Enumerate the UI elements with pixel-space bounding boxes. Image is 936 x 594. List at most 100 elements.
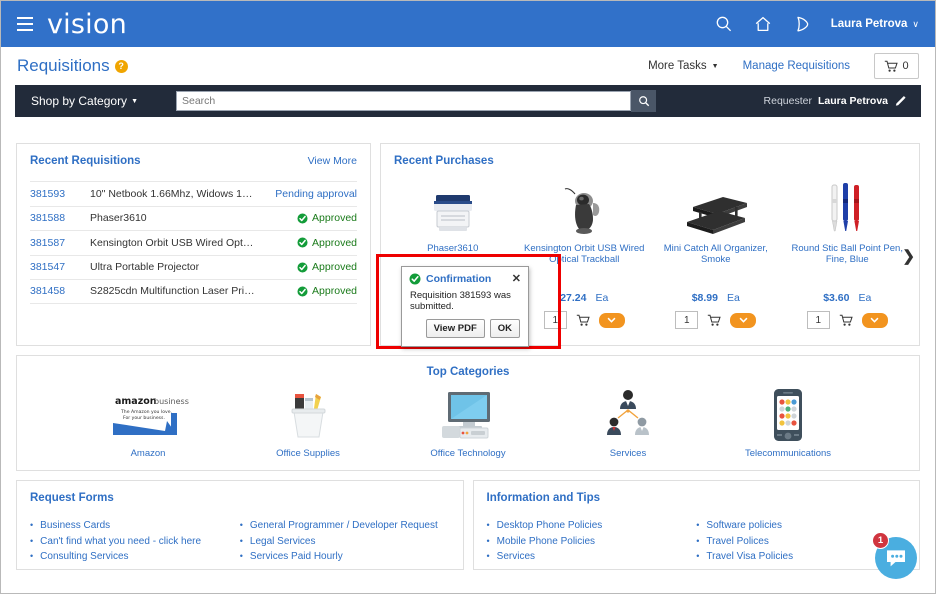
bullet-icon: • xyxy=(239,535,243,546)
status-badge: Pending approval xyxy=(261,188,357,200)
page-header-actions: More Tasks ▼ Manage Requisitions 0 xyxy=(648,53,919,79)
more-tasks-button[interactable]: More Tasks ▼ xyxy=(648,60,719,72)
request-forms-links: • Business Cards • Can't find what you need… xyxy=(17,518,463,565)
top-categories-panel: Top Categories amazon business The Amazo… xyxy=(16,355,920,471)
product-card[interactable]: Mini Catch All Organizer, Smoke $8.99 Ea xyxy=(650,175,782,329)
category-office-technology[interactable]: Office Technology xyxy=(413,386,523,459)
status-badge: Approved xyxy=(261,261,357,273)
main-content: Recent Requisitions View More 381593 10" … xyxy=(1,125,935,570)
view-more-link[interactable]: View More xyxy=(308,155,357,167)
header-actions: Laura Petrova ∨ xyxy=(714,14,919,34)
product-card[interactable]: Round Stic Ball Point Pen, Fine, Blue $3… xyxy=(782,175,914,329)
bullet-icon: • xyxy=(239,520,243,530)
dialog-header: Confirmation ✕ xyxy=(402,267,528,287)
search-icon[interactable] xyxy=(714,14,734,34)
information-tip-link[interactable]: • Mobile Phone Policies xyxy=(487,534,697,550)
close-icon[interactable]: ✕ xyxy=(512,273,521,285)
information-tips-links: • Desktop Phone Policies • Mobile Phone Pol… xyxy=(474,518,920,565)
view-pdf-button[interactable]: View PDF xyxy=(425,319,485,338)
request-forms-panel: Request Forms • Business Cards • Can't find… xyxy=(16,480,464,570)
quantity-input[interactable] xyxy=(806,311,830,329)
product-actions xyxy=(782,311,914,329)
category-telecommunications[interactable]: Telecommunications xyxy=(733,386,843,459)
link-label: Legal Services xyxy=(249,535,316,547)
information-tips-column-1: • Desktop Phone Policies • Mobile Phone Pol… xyxy=(487,518,697,565)
product-name[interactable]: Mini Catch All Organizer, Smoke xyxy=(650,243,782,265)
search-input[interactable] xyxy=(176,91,631,111)
hamburger-icon[interactable] xyxy=(17,17,33,31)
approved-check-icon xyxy=(297,262,308,273)
dialog-message: Requisition 381593 was submitted. xyxy=(410,290,511,312)
add-to-cart-icon[interactable] xyxy=(707,314,721,327)
requisition-id-link[interactable]: 381593 xyxy=(30,188,90,200)
manage-requisitions-link[interactable]: Manage Requisitions xyxy=(743,60,850,72)
quantity-input[interactable] xyxy=(675,311,699,329)
request-form-link[interactable]: • Services Paid Hourly xyxy=(240,549,450,565)
quantity-input[interactable] xyxy=(543,311,567,329)
table-row: 381547 Ultra Portable Projector Approved xyxy=(30,254,357,280)
requisition-id-link[interactable]: 381588 xyxy=(30,212,90,224)
product-name[interactable]: Round Stic Ball Point Pen, Fine, Blue xyxy=(782,243,914,265)
requester-field: Requester Laura Petrova xyxy=(764,95,907,108)
product-price-row: $8.99 Ea xyxy=(650,292,782,304)
page-title: Requisitions ? xyxy=(17,56,128,76)
cart-button[interactable]: 0 xyxy=(874,53,919,79)
information-tip-link[interactable]: • Software policies xyxy=(696,518,906,534)
bottom-panels-row: Request Forms • Business Cards • Can't find… xyxy=(16,480,920,570)
product-card[interactable]: Kensington Orbit USB Wired Optical Track… xyxy=(519,175,651,329)
more-actions-button[interactable] xyxy=(861,312,888,328)
status-badge: Approved xyxy=(261,285,357,297)
category-office-supplies[interactable]: Office Supplies xyxy=(253,386,363,459)
dialog-actions: View PDF OK xyxy=(402,312,528,346)
table-row: 38159310" Netbook 1.66Mhz, Widows 10, Of… xyxy=(30,181,357,206)
request-form-link[interactable]: • Business Cards xyxy=(30,518,240,534)
printer-icon xyxy=(387,175,519,237)
home-icon[interactable] xyxy=(753,14,773,34)
shop-by-category-button[interactable]: Shop by Category ▼ xyxy=(31,94,138,108)
services-icon xyxy=(573,386,683,444)
link-label: Software policies xyxy=(706,520,782,531)
information-tip-link[interactable]: • Desktop Phone Policies xyxy=(487,518,697,534)
request-form-link[interactable]: • Can't find what you need - click here xyxy=(30,534,240,550)
confirmation-dialog: Confirmation ✕ Requisition 381593 was su… xyxy=(401,266,529,347)
navigator-icon[interactable] xyxy=(792,14,812,34)
chat-widget[interactable]: 1 xyxy=(872,532,917,579)
requisition-id-link[interactable]: 381587 xyxy=(30,237,90,249)
tray-icon xyxy=(650,175,782,237)
category-label: Office Supplies xyxy=(276,448,340,459)
top-categories-list: amazon business The Amazon you love. For… xyxy=(17,386,919,459)
category-services[interactable]: Services xyxy=(573,386,683,459)
category-label: Amazon xyxy=(130,448,166,459)
request-form-link[interactable]: • Legal Services xyxy=(240,534,450,550)
bullet-icon: • xyxy=(696,520,700,530)
product-name[interactable]: Kensington Orbit USB Wired Optical Track… xyxy=(519,243,651,265)
more-actions-button[interactable] xyxy=(730,312,757,328)
edit-pencil-icon[interactable] xyxy=(894,95,907,108)
search-group xyxy=(176,90,656,112)
page-title-text: Requisitions xyxy=(17,56,110,75)
information-tip-link[interactable]: • Services xyxy=(487,549,697,565)
product-price-row: 27.24 Ea xyxy=(519,292,651,304)
link-label: Services xyxy=(496,551,536,562)
status-label: Pending approval xyxy=(275,187,357,200)
link-label: General Programmer / Developer Request xyxy=(249,520,438,531)
category-amazon[interactable]: amazon business The Amazon you love. For… xyxy=(93,386,203,459)
request-form-link[interactable]: • Consulting Services xyxy=(30,549,240,565)
ok-button[interactable]: OK xyxy=(489,319,520,338)
product-name[interactable]: Phaser3610 xyxy=(387,243,519,265)
add-to-cart-icon[interactable] xyxy=(839,314,853,327)
help-icon[interactable]: ? xyxy=(114,59,128,73)
request-form-link[interactable]: • General Programmer / Developer Request xyxy=(240,518,450,534)
more-actions-button[interactable] xyxy=(598,312,625,328)
requisition-id-link[interactable]: 381547 xyxy=(30,261,90,273)
product-uom: Ea xyxy=(726,292,740,304)
chevron-down-icon: ∨ xyxy=(912,18,919,29)
requisition-id-link[interactable]: 381458 xyxy=(30,285,90,297)
search-submit-button[interactable] xyxy=(631,90,656,112)
user-menu[interactable]: Laura Petrova ∨ xyxy=(831,18,919,30)
category-label: Services xyxy=(609,448,647,459)
add-to-cart-icon[interactable] xyxy=(576,314,590,327)
product-price: 27.24 xyxy=(560,292,587,304)
status-label: Approved xyxy=(312,212,357,225)
carousel-next-button[interactable]: ❯ xyxy=(902,247,915,265)
